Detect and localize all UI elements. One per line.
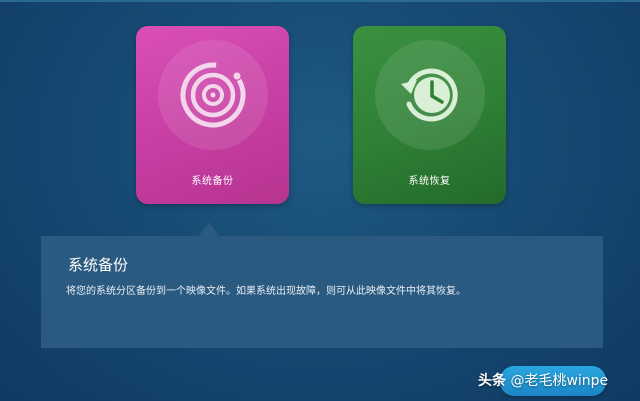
system-backup-tile[interactable]: 系统备份: [136, 26, 289, 204]
watermark-site: 头条: [478, 373, 506, 389]
top-border: [0, 0, 640, 2]
watermark: 头条 @老毛桃winpe: [478, 370, 608, 390]
description-pointer: [199, 222, 219, 236]
tile-label-backup: 系统备份: [191, 176, 234, 187]
watermark-handle: @老毛桃winpe: [510, 373, 609, 389]
description-title: 系统备份: [68, 256, 129, 274]
disc-backup-icon: [180, 62, 246, 128]
system-restore-tile[interactable]: 系统恢复: [353, 26, 506, 204]
tile-label-restore: 系统恢复: [408, 176, 451, 187]
clock-restore-icon: [401, 68, 458, 122]
description-text: 将您的系统分区备份到一个映像文件。如果系统出现故障，则可从此映像文件中将其恢复。: [66, 286, 466, 297]
description-panel: 系统备份 将您的系统分区备份到一个映像文件。如果系统出现故障，则可从此映像文件中…: [41, 236, 603, 348]
